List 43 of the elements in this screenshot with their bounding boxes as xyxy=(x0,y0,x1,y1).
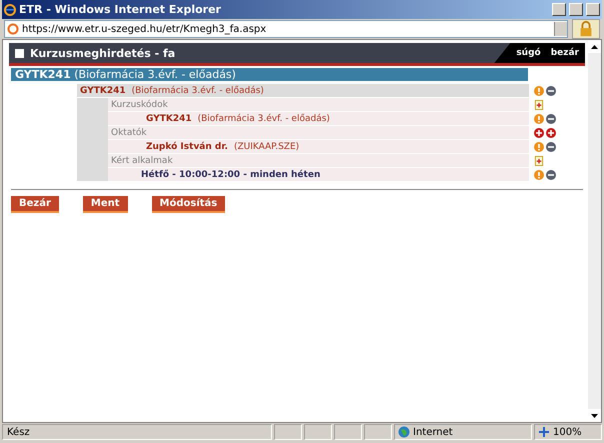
minus-icon[interactable] xyxy=(546,170,556,180)
plus-icon[interactable] xyxy=(546,128,556,138)
document-plus-icon[interactable] xyxy=(534,100,544,110)
status-panel xyxy=(334,424,362,440)
down-arrow-icon[interactable] xyxy=(591,414,598,418)
minimize-button[interactable] xyxy=(552,3,566,16)
minus-icon[interactable] xyxy=(546,114,556,124)
zone-indicator: Internet xyxy=(394,424,532,440)
page-title: Kurzusmeghirdetés - fa xyxy=(30,46,176,60)
window-title: ETR - Windows Internet Explorer xyxy=(19,3,222,16)
document-plus-icon[interactable] xyxy=(534,156,544,166)
zoom-icon xyxy=(538,426,550,438)
zoom-control[interactable]: 100% xyxy=(534,424,602,440)
header-link[interactable]: súgó xyxy=(516,48,541,58)
square-icon xyxy=(15,48,24,58)
action-button[interactable]: Bezár xyxy=(11,196,59,213)
maximize-button[interactable] xyxy=(569,3,583,16)
status-text: Kész xyxy=(2,424,272,440)
scrollbar[interactable] xyxy=(588,40,601,422)
course-bar: GYTK241 (Biofarmácia 3.évf. - előadás) xyxy=(11,68,528,81)
globe-icon xyxy=(398,426,410,438)
browser-icon xyxy=(4,4,16,16)
minus-icon[interactable] xyxy=(546,86,556,96)
group-label: Kurzuskódok xyxy=(110,100,168,110)
status-panel xyxy=(364,424,392,440)
header-link[interactable]: bezár xyxy=(550,48,579,58)
status-panel xyxy=(274,424,302,440)
tree-item[interactable]: Zupkó István dr. (ZUIKAAP.SZE) xyxy=(108,140,529,153)
tree-item[interactable]: GYTK241 (Biofarmácia 3.évf. - előadás) xyxy=(108,112,529,125)
close-button[interactable] xyxy=(586,3,600,16)
status-panel xyxy=(304,424,332,440)
plus-icon[interactable] xyxy=(534,128,544,138)
action-button[interactable]: Ment xyxy=(82,196,128,213)
minus-icon[interactable] xyxy=(546,142,556,152)
action-button[interactable]: Módosítás xyxy=(152,196,226,213)
browser-icon xyxy=(7,23,19,35)
group-label: Kért alkalmak xyxy=(110,156,173,166)
address-field[interactable]: https://www.etr.u-szeged.hu/etr/Kmegh3_fa.aspx xyxy=(4,20,568,38)
group-label: Oktatók xyxy=(110,128,147,138)
up-arrow-icon[interactable] xyxy=(591,44,598,48)
tree-item[interactable]: Hétfő - 10:00-12:00 - minden héten xyxy=(108,168,529,181)
lock-icon xyxy=(572,19,600,39)
tree-root-row[interactable]: GYTK241 (Biofarmácia 3.évf. - előadás) xyxy=(77,84,529,97)
